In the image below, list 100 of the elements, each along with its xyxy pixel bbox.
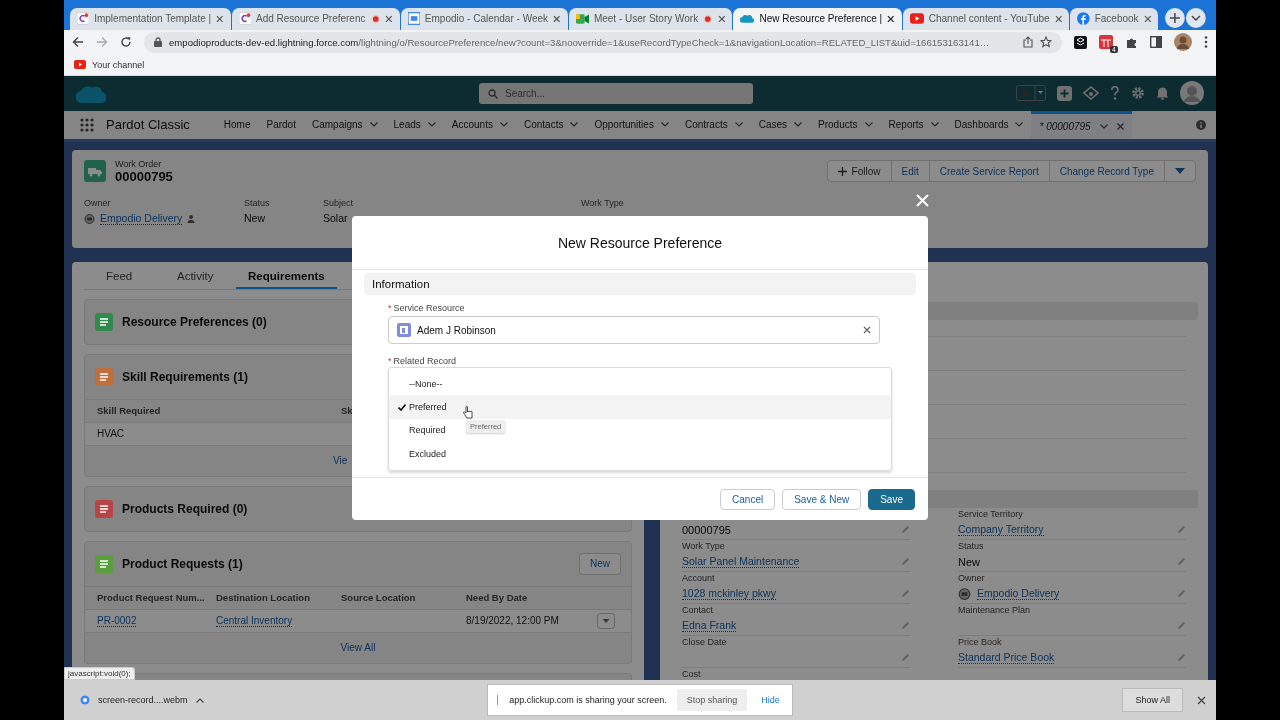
chevron-down-icon[interactable] [427, 122, 436, 128]
chevron-down-icon[interactable] [499, 122, 508, 128]
chevron-down-icon[interactable] [734, 122, 743, 128]
show-all-button[interactable]: Show All [1122, 688, 1183, 712]
settings-icon[interactable] [1131, 86, 1145, 101]
action-button[interactable]: Create Service Report [928, 160, 1050, 183]
close-icon[interactable] [717, 14, 726, 23]
browser-tab[interactable]: Empodio - Calendar - Week [400, 7, 568, 30]
nav-tab[interactable]: Dashboards [946, 110, 1032, 139]
lookup-field[interactable]: Adem J Robinson [388, 316, 880, 344]
more-actions-button[interactable] [1164, 160, 1196, 183]
nav-tab[interactable]: Opportunities [586, 110, 677, 139]
browser-tab[interactable]: New Resource Preference | [733, 7, 902, 30]
plus-icon[interactable] [1057, 85, 1072, 101]
close-icon[interactable] [1143, 14, 1152, 23]
action-button[interactable]: Change Record Type [1048, 160, 1165, 183]
avatar-icon[interactable] [1174, 33, 1192, 52]
field-link[interactable]: 1028 mckinley pkwy [682, 587, 776, 601]
nav-tab[interactable]: Contacts [515, 110, 587, 139]
nav-tab[interactable]: * 00000795 [1031, 110, 1132, 139]
calendar-icon[interactable] [1099, 35, 1113, 50]
view-all-link[interactable]: Vie [333, 455, 348, 467]
column-header: Product Request Num... [97, 592, 205, 604]
picklist-option[interactable]: Excluded [389, 442, 457, 466]
star-icon[interactable] [1040, 36, 1052, 49]
picklist-option[interactable]: Preferred [389, 395, 891, 419]
share-icon[interactable] [1023, 36, 1033, 49]
field-link[interactable]: Solar Panel Maintenance [682, 555, 800, 569]
new-tab-icon[interactable] [1165, 7, 1186, 28]
record-link[interactable]: PR-0002 [97, 614, 137, 627]
extension-icon[interactable] [1074, 35, 1087, 49]
browser-tab[interactable]: Facebook [1070, 7, 1159, 30]
owner-link[interactable]: Empodio Delivery [100, 211, 183, 225]
chevron-down-icon[interactable] [369, 122, 378, 128]
nav-tab[interactable]: Campaigns [303, 110, 386, 139]
nav-tab[interactable]: Cases [750, 110, 811, 139]
browser-tab[interactable]: Implementation Template | [70, 7, 231, 30]
nav-tab[interactable]: Products [810, 110, 881, 139]
chevron-down-icon[interactable] [1099, 123, 1108, 129]
footer-button[interactable]: Cancel [720, 488, 776, 510]
clear-icon[interactable] [863, 326, 871, 334]
chevron-down-icon[interactable] [930, 122, 939, 128]
chevron-down-icon[interactable] [660, 122, 669, 128]
related-list-title[interactable]: Product Requests (1) [122, 556, 243, 571]
app-launcher-icon[interactable] [80, 117, 94, 132]
info-icon[interactable] [1196, 119, 1206, 130]
picklist-option[interactable]: --None-- [389, 372, 453, 396]
related-list-title[interactable]: Resource Preferences (0) [122, 314, 267, 329]
avatar-icon[interactable] [1180, 81, 1204, 106]
browser-tab[interactable]: Meet - User Story Work [568, 7, 733, 30]
back-icon[interactable] [72, 36, 84, 49]
record-link[interactable]: Central Inventory [216, 614, 293, 627]
close-icon[interactable] [887, 14, 895, 23]
download-item[interactable]: screen-record....webm [64, 695, 488, 705]
related-list-title[interactable]: Products Required (0) [122, 501, 248, 516]
record-tab[interactable]: Feed [94, 261, 163, 289]
more-icon[interactable] [1204, 36, 1208, 49]
record-tab[interactable]: Requirements [236, 261, 337, 289]
chevron-down-icon[interactable] [794, 122, 803, 128]
nav-tab[interactable]: Reports [880, 110, 947, 139]
browser-tab[interactable]: Add Resource Preferenc [231, 7, 400, 30]
chevron-up-icon[interactable] [195, 697, 204, 703]
field-link[interactable]: Edna Frank [682, 619, 737, 633]
view-all-link[interactable]: View All [340, 642, 376, 654]
nav-tab[interactable]: Accounts [443, 110, 516, 139]
chevron-down-icon[interactable] [864, 122, 873, 128]
section-header[interactable]: Information [364, 273, 916, 295]
close-icon[interactable] [1197, 695, 1206, 705]
change-owner-icon[interactable] [187, 213, 197, 223]
row-menu-icon[interactable] [597, 612, 615, 629]
stop-sharing-button[interactable]: Stop sharing [676, 689, 748, 711]
action-button[interactable]: Edit [890, 160, 930, 183]
address-bar[interactable]: empodioproducts-dev-ed.lightning.force.com/lightning/o/ResourcePreference/new?count=3&nooverride=1&useRecordTypeCheck=1&navigationLocation=RELATED_LIST&uid=166153163141… [144, 31, 1062, 53]
picklist-option[interactable]: Required [389, 418, 456, 443]
field-link[interactable]: Standard Price Book [958, 651, 1055, 665]
new-button[interactable]: New [579, 552, 621, 575]
browser-tab[interactable]: Channel content - YouTube [902, 7, 1070, 30]
owner-link[interactable]: Empodio Delivery [977, 587, 1060, 601]
close-icon[interactable] [553, 14, 561, 23]
bell-icon[interactable] [1156, 86, 1169, 101]
chevron-down-icon[interactable] [1015, 122, 1024, 128]
reload-icon[interactable] [120, 36, 132, 49]
nav-tab[interactable]: Contracts [676, 110, 751, 139]
help-icon[interactable] [1110, 86, 1120, 101]
record-tab[interactable]: Activity [165, 261, 234, 289]
chevron-down-icon[interactable] [1186, 7, 1206, 28]
hide-button[interactable]: Hide [757, 695, 784, 705]
action-button[interactable]: Follow [826, 160, 892, 183]
chevron-down-icon[interactable] [570, 122, 579, 128]
drag-handle-icon[interactable] [496, 695, 500, 705]
search-field[interactable]: Search... [479, 82, 753, 104]
nav-tab[interactable]: Home [215, 110, 259, 139]
nav-tab[interactable]: Leads [385, 110, 444, 139]
save-button[interactable]: Save [868, 488, 915, 510]
nav-tab[interactable]: Pardot [258, 110, 304, 139]
field-link[interactable]: Company Territory [958, 523, 1044, 537]
related-list-title[interactable]: Skill Requirements (1) [122, 369, 249, 384]
footer-button[interactable]: Save & New [782, 488, 862, 510]
side-panel-icon[interactable] [1150, 36, 1162, 49]
bookmark[interactable]: Your channel [74, 59, 145, 70]
